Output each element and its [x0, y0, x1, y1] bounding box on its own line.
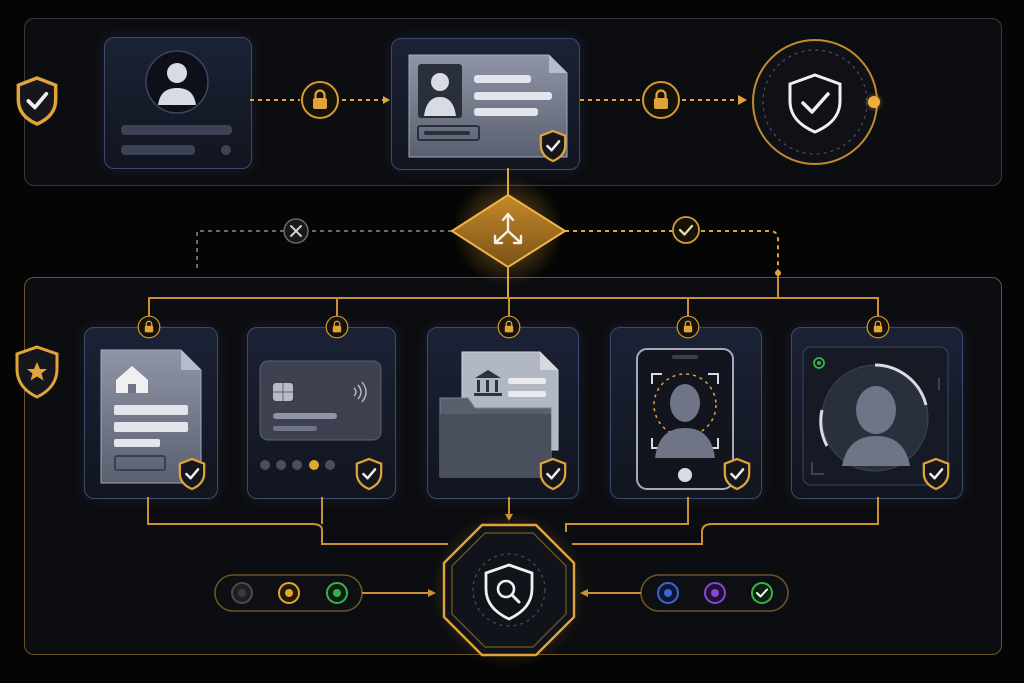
shield-check-icon: [539, 457, 567, 491]
lock-icon: [300, 80, 340, 120]
profile-detail-line: [121, 145, 195, 155]
status-dark-icon: [231, 582, 253, 604]
lock-icon: [497, 315, 521, 339]
bank-folder-icon: [439, 351, 559, 478]
shield-check-icon: [355, 457, 383, 491]
shield-star-icon: [15, 345, 59, 399]
profile-name-line: [121, 125, 232, 135]
status-yellow-icon: [278, 582, 300, 604]
shield-check-icon: [178, 457, 206, 491]
lock-icon: [676, 315, 700, 339]
left-status-group[interactable]: [214, 574, 363, 612]
status-green-icon: [326, 582, 348, 604]
lock-icon: [641, 80, 681, 120]
lock-icon: [137, 315, 161, 339]
status-blue-icon: [657, 582, 679, 604]
status-purple-icon: [704, 582, 726, 604]
user-avatar-icon: [145, 50, 209, 114]
shield-check-icon: [18, 78, 55, 124]
shield-check-icon: [723, 457, 751, 491]
diagram-canvas: [15, 39, 950, 668]
shield-check-icon: [539, 129, 567, 163]
phone-face-scan-icon: [636, 348, 734, 490]
check-icon: [751, 582, 773, 604]
right-status-group[interactable]: [640, 574, 789, 612]
lock-icon: [866, 315, 890, 339]
close-icon: [283, 218, 309, 244]
carousel-dots[interactable]: [260, 460, 335, 470]
verification-hub[interactable]: [431, 512, 587, 668]
lock-icon: [325, 315, 349, 339]
status-dot: [221, 145, 231, 155]
credit-card-icon: [259, 360, 382, 441]
verified-node[interactable]: [752, 39, 884, 165]
check-icon: [672, 216, 700, 244]
shield-check-icon: [922, 457, 950, 491]
